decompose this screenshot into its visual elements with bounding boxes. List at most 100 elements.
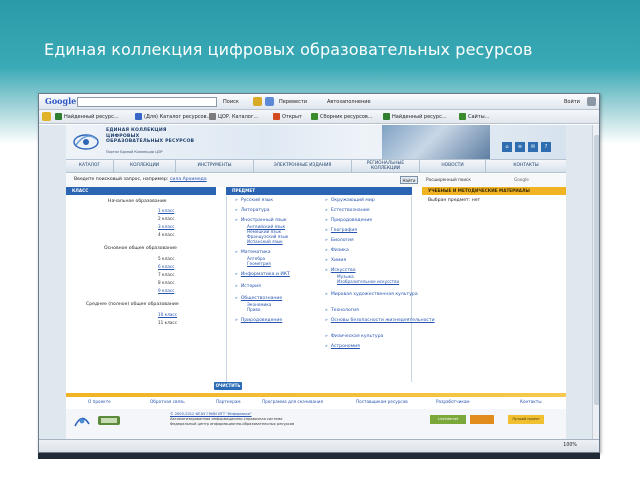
footer-link[interactable]: Контакты xyxy=(520,399,542,404)
header-photo xyxy=(382,125,490,159)
bookmark-item[interactable]: Открыт xyxy=(273,112,302,122)
subject-link[interactable]: » Астрономия xyxy=(325,344,360,349)
grade-link[interactable]: 8 класс xyxy=(158,280,174,285)
home-icon[interactable]: ⌂ xyxy=(502,142,512,152)
grade-link[interactable]: 5 класс xyxy=(158,256,174,261)
nav-tools[interactable]: ИНСТРУМЕНТЫ xyxy=(176,160,254,173)
signin-button[interactable]: Войти xyxy=(564,97,580,107)
google-search-label: Google xyxy=(514,177,529,182)
subject-sublink[interactable]: Испанский язык xyxy=(247,239,283,245)
translate-button[interactable]: Перевести xyxy=(279,97,307,107)
nav-contacts[interactable]: КОНТАКТЫ xyxy=(486,160,566,173)
nav-news[interactable]: НОВОСТИ xyxy=(420,160,486,173)
extended-search-link[interactable]: Расширенный поиск xyxy=(426,177,471,182)
subject-link[interactable]: » Основы безопасности жизнедеятельности xyxy=(325,318,435,323)
grade-link[interactable]: 3 класс xyxy=(158,224,174,229)
counter-badge[interactable]: LiveInternet xyxy=(430,415,466,424)
scrollbar-thumb[interactable] xyxy=(594,135,599,405)
bookmark-item[interactable]: ЦОР. Каталог... xyxy=(209,112,258,122)
clear-button[interactable]: ОЧИСТИТЬ xyxy=(214,382,242,390)
bookmark-favicon-icon xyxy=(311,113,318,120)
nav-collections[interactable]: КОЛЛЕКЦИИ xyxy=(114,160,176,173)
grade-link[interactable]: 9 класс xyxy=(158,288,174,293)
wrench-icon[interactable] xyxy=(587,97,596,106)
copyright-block: © 2005-2012 ФГАУ ГНИИ ИТТ "Информика" Ав… xyxy=(170,412,295,426)
subject-link[interactable]: » Химия xyxy=(325,258,346,263)
search-button[interactable]: Поиск xyxy=(223,97,239,107)
subject-link[interactable]: » Окружающий мир xyxy=(325,198,375,203)
stats-badge[interactable] xyxy=(470,415,494,424)
subject-link[interactable]: » Физика xyxy=(325,248,349,253)
highlight-icon[interactable] xyxy=(265,97,274,106)
grade-link[interactable]: 6 класс xyxy=(158,264,174,269)
subject-link[interactable]: » Биология xyxy=(325,238,354,243)
subject-link[interactable]: » Физическая культура xyxy=(325,334,383,339)
subject-link[interactable]: » Математика xyxy=(235,250,271,255)
grade-link[interactable]: 4 класс xyxy=(158,232,174,237)
find-button[interactable]: Найти xyxy=(400,176,418,184)
subject-link[interactable]: » Литература xyxy=(235,208,270,213)
nav-e-publications[interactable]: ЭЛЕКТРОННЫЕ ИЗДАНИЯ xyxy=(254,160,352,173)
level-title: Среднее (полное) общее образование xyxy=(86,302,179,307)
nav-regional-collections[interactable]: РЕГИОНАЛЬНЫЕ КОЛЛЕКЦИИ xyxy=(352,160,420,173)
bookmark-favicon-icon xyxy=(459,113,466,120)
subject-link[interactable]: » Природоведение xyxy=(235,318,282,323)
bookmark-favicon-icon xyxy=(135,113,142,120)
subject-link[interactable]: » Природоведение xyxy=(325,218,372,223)
subject-sublink[interactable]: Право xyxy=(247,307,260,313)
subject-link[interactable]: » История xyxy=(235,284,261,289)
bookmark-item[interactable]: Найденный ресурс... xyxy=(55,112,119,122)
bookmark-star-icon[interactable] xyxy=(253,97,262,106)
taskbar-strip xyxy=(38,453,600,459)
sitemap-icon[interactable]: ≡ xyxy=(515,142,525,152)
bookmark-favicon-icon xyxy=(273,113,280,120)
subject-sublink[interactable]: Изобразительное искусство xyxy=(337,279,399,285)
collection-logo-icon xyxy=(73,134,99,150)
bookmark-item[interactable]: Сайты... xyxy=(459,112,489,122)
page-viewport: ЕДИНАЯ КОЛЛЕКЦИЯ ЦИФРОВЫХ ОБРАЗОВАТЕЛЬНЫ… xyxy=(39,125,592,439)
zoom-level[interactable]: 100% xyxy=(563,443,577,448)
subject-link[interactable]: » Мировая художественная культура xyxy=(325,292,418,297)
grade-link[interactable]: 11 класс xyxy=(158,320,177,325)
google-search-input[interactable] xyxy=(77,97,217,107)
subject-link[interactable]: » Информатика и ИКТ xyxy=(235,272,290,277)
grade-link[interactable]: 10 класс xyxy=(158,312,177,317)
autofill-button[interactable]: Автозаполнение xyxy=(327,97,371,107)
bookmark-item[interactable]: Найденный ресурс... xyxy=(383,112,447,122)
footer-link[interactable]: Разработчикам xyxy=(436,399,470,404)
subject-link[interactable]: » Естествознание xyxy=(325,208,370,213)
footer-link[interactable]: Программа для скачивания xyxy=(262,399,323,404)
subject-link[interactable]: » Русский язык xyxy=(235,198,273,203)
footer-link[interactable]: Поставщикам ресурсов xyxy=(356,399,408,404)
bookmarks-bar: Найденный ресурс... (Для) Каталог ресурс… xyxy=(39,110,599,124)
grade-link[interactable]: 7 класс xyxy=(158,272,174,277)
materials-column: Выбран предмет: нет xyxy=(422,196,566,382)
class-column-head: КЛАСС xyxy=(66,187,216,195)
subject-sublink[interactable]: Геометрия xyxy=(247,261,271,267)
subject-link[interactable]: » География xyxy=(325,228,357,233)
help-icon[interactable]: ? xyxy=(541,142,551,152)
bookmark-item[interactable]: Сборник ресурсов... xyxy=(311,112,373,122)
informika-logo-icon xyxy=(98,416,120,425)
vertical-scrollbar[interactable] xyxy=(592,125,599,439)
favorites-star-icon[interactable] xyxy=(42,112,51,121)
level-title: Основное общее образование xyxy=(104,246,177,251)
subject-link[interactable]: » Иностранный язык xyxy=(235,218,287,223)
award-badge[interactable]: Лучший проект xyxy=(508,415,544,424)
mail-icon[interactable]: ✉ xyxy=(528,142,538,152)
footer-link[interactable]: Партнерам xyxy=(216,399,241,404)
site-footer: © 2005-2012 ФГАУ ГНИИ ИТТ "Информика" Ав… xyxy=(66,409,566,439)
footer-link[interactable]: Обратная связь xyxy=(150,399,185,404)
grade-link[interactable]: 2 класс xyxy=(158,216,174,221)
search-example-link[interactable]: сила Архимеда xyxy=(170,177,207,182)
subject-link[interactable]: » Технология xyxy=(325,308,359,313)
nav-catalog[interactable]: КАТАЛОГ xyxy=(66,160,114,173)
grade-link[interactable]: 1 класс xyxy=(158,208,174,213)
subject-link[interactable]: » Обществознание xyxy=(235,296,282,301)
copyright-link[interactable]: © 2005-2012 ФГАУ ГНИИ ИТТ "Информика" xyxy=(170,412,252,416)
footer-link[interactable]: О проекте xyxy=(88,399,111,404)
site-name: ЕДИНАЯ КОЛЛЕКЦИЯ ЦИФРОВЫХ ОБРАЗОВАТЕЛЬНЫ… xyxy=(106,128,195,145)
subject-link[interactable]: » Искусство xyxy=(325,268,356,273)
bookmark-item[interactable]: (Для) Каталог ресурсов... xyxy=(135,112,211,122)
search-hint: Введите поисковый запрос, например: сила… xyxy=(74,177,207,182)
